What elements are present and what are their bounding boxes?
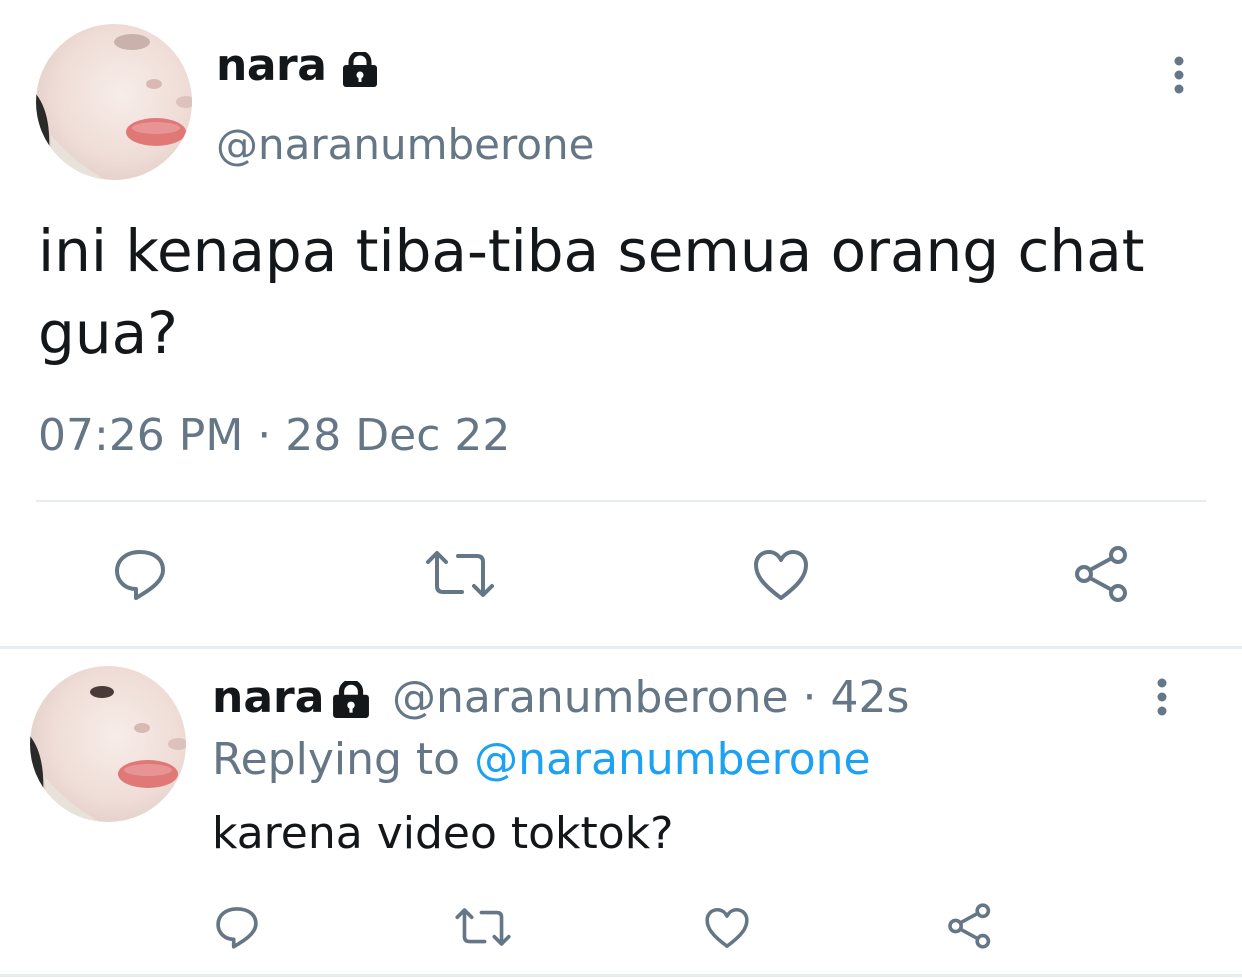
replying-prefix: Replying to [212,734,461,785]
tweet-text: karena video toktok? [212,808,674,859]
replying-to-link[interactable]: @naranumberone [474,734,871,785]
display-name[interactable]: nara [212,672,324,723]
tweet-time: 07:26 PM [38,410,244,461]
display-name[interactable]: nara [216,40,327,91]
tweet-date: 28 Dec 22 [285,410,511,461]
meta-separator: · [257,410,272,461]
heart-icon[interactable] [752,548,810,606]
more-vertical-icon[interactable] [1150,678,1174,722]
share-icon[interactable] [1072,544,1132,608]
user-handle[interactable]: @naranumberone · 42s [392,672,909,723]
divider [36,500,1206,502]
lock-icon [340,50,380,92]
avatar[interactable] [30,666,186,822]
avatar[interactable] [36,24,192,180]
reply-icon[interactable] [214,904,260,954]
section-separator [0,974,1242,977]
replying-to: Replying to @naranumberone [212,734,871,785]
user-handle[interactable]: @naranumberone [216,120,595,169]
tweet-text: ini kenapa tiba-tiba semua orang chat gu… [38,217,1145,367]
tweet-timestamp[interactable]: 07:26 PM · 28 Dec 22 [38,410,510,461]
retweet-icon[interactable] [424,548,496,604]
heart-icon[interactable] [704,906,750,954]
lock-icon [328,679,374,723]
more-vertical-icon[interactable] [1164,56,1194,100]
retweet-icon[interactable] [454,906,512,952]
share-icon[interactable] [946,902,994,954]
reply-icon[interactable] [112,546,168,606]
section-separator [0,646,1242,649]
